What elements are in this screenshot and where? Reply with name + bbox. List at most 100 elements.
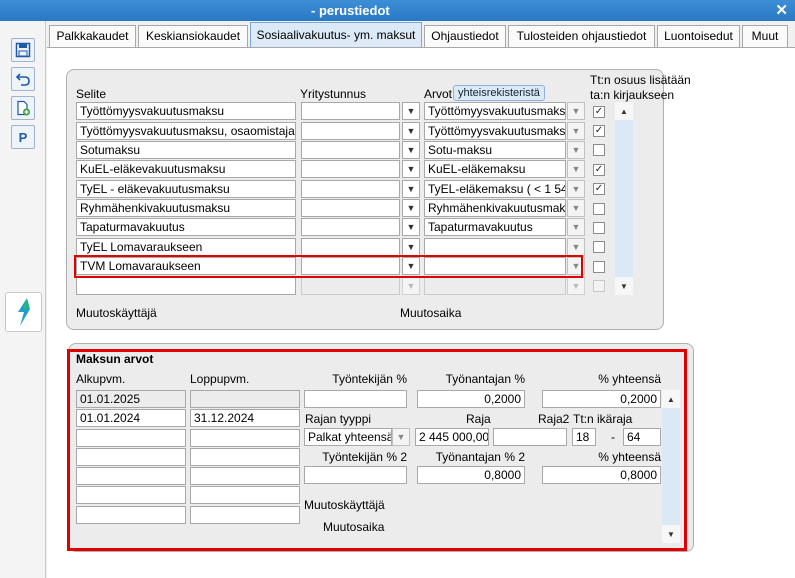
- muutosaika-label: Muutosaika: [400, 306, 462, 320]
- tab-keskiansiokaudet[interactable]: Keskiansiokaudet: [138, 25, 248, 47]
- yritystunnus-field[interactable]: [301, 199, 400, 217]
- chevron-down-icon: ▼: [571, 281, 581, 291]
- tab-luontoisedut[interactable]: Luontoisedut: [657, 25, 740, 47]
- chevron-down-icon: ▼: [406, 242, 416, 252]
- ttn-osuus-checkbox[interactable]: [593, 241, 605, 253]
- scroll-down-button[interactable]: ▼: [615, 277, 633, 295]
- yritystunnus-field[interactable]: [301, 238, 400, 256]
- tab-tulosteiden-ohjaustiedot[interactable]: Tulosteiden ohjaustiedot: [508, 25, 655, 47]
- arvot-dropdown[interactable]: ▼: [567, 218, 585, 236]
- selite-field[interactable]: TyEL Lomavaraukseen: [76, 238, 296, 256]
- new-document-button[interactable]: [11, 96, 35, 120]
- header-yritystunnus: Yritystunnus: [300, 87, 367, 101]
- tab-palkkakaudet[interactable]: Palkkakaudet: [49, 25, 136, 47]
- chevron-down-icon: ▼: [571, 145, 581, 155]
- selite-field[interactable]: Työttömyysvakuutusmaksu, osaomistajat: [76, 122, 296, 140]
- yritystunnus-field[interactable]: [301, 122, 400, 140]
- selite-field[interactable]: Sotumaksu: [76, 141, 296, 159]
- header-ttn-osuus: Tt:n osuus lisätään: [590, 73, 691, 87]
- selite-field[interactable]: TyEL - eläkevakuutusmaksu: [76, 180, 296, 198]
- yritystunnus-dropdown[interactable]: ▼: [402, 238, 420, 256]
- arvot-field[interactable]: [424, 238, 566, 256]
- tab-ohjaustiedot[interactable]: Ohjaustiedot: [424, 25, 506, 47]
- close-icon[interactable]: ✕: [775, 1, 788, 19]
- arvot-dropdown[interactable]: ▼: [567, 277, 585, 295]
- arvot-field[interactable]: TyEL-eläkemaksu ( < 1 542: [424, 180, 566, 198]
- p-button[interactable]: P: [11, 125, 35, 149]
- yritystunnus-dropdown[interactable]: ▼: [402, 122, 420, 140]
- save-button[interactable]: [11, 38, 35, 62]
- yritystunnus-field[interactable]: [301, 218, 400, 236]
- arvot-field[interactable]: [424, 277, 566, 295]
- yritystunnus-dropdown[interactable]: ▼: [402, 102, 420, 120]
- arvot-field[interactable]: Sotu-maksu: [424, 141, 566, 159]
- yhteisrekisterista-button[interactable]: yhteisrekisteristä: [453, 85, 545, 101]
- arvot-dropdown[interactable]: ▼: [567, 238, 585, 256]
- ttn-osuus-checkbox[interactable]: ✓: [593, 183, 605, 195]
- yritystunnus-field[interactable]: [301, 160, 400, 178]
- ttn-osuus-checkbox[interactable]: ✓: [593, 164, 605, 176]
- arvot-dropdown[interactable]: ▼: [567, 180, 585, 198]
- yritystunnus-dropdown[interactable]: ▼: [402, 141, 420, 159]
- chevron-down-icon: ▼: [571, 203, 581, 213]
- chevron-down-icon: ▼: [571, 126, 581, 136]
- chevron-down-icon: ▼: [406, 203, 416, 213]
- yritystunnus-dropdown[interactable]: ▼: [402, 277, 420, 295]
- tab-sosiaalivakuutus[interactable]: Sosiaalivakuutus- ym. maksut: [250, 22, 422, 48]
- yritystunnus-field[interactable]: [301, 141, 400, 159]
- tab-muut[interactable]: Muut: [742, 25, 788, 47]
- chevron-down-icon: ▼: [571, 164, 581, 174]
- chevron-down-icon: ▼: [571, 184, 581, 194]
- selite-field[interactable]: Työttömyysvakuutusmaksu: [76, 102, 296, 120]
- header-ta-kirjaukseen: ta:n kirjaukseen: [590, 88, 675, 102]
- ttn-osuus-checkbox[interactable]: [593, 222, 605, 234]
- chevron-down-icon: ▼: [571, 222, 581, 232]
- app-logo-button[interactable]: [5, 292, 42, 332]
- arvot-field[interactable]: Tapaturmavakuutus: [424, 218, 566, 236]
- muutoskayttaja-label: Muutoskäyttäjä: [76, 306, 157, 320]
- ttn-osuus-checkbox[interactable]: [593, 203, 605, 215]
- arrow-up-icon: ▲: [620, 106, 628, 116]
- undo-button[interactable]: [11, 67, 35, 91]
- chevron-down-icon: ▼: [406, 281, 416, 291]
- yritystunnus-field[interactable]: [301, 102, 400, 120]
- tab-bar: Palkkakaudet Keskiansiokaudet Sosiaaliva…: [47, 21, 795, 48]
- arvot-field[interactable]: KuEL-eläkemaksu: [424, 160, 566, 178]
- new-document-icon: [17, 100, 30, 116]
- chevron-down-icon: ▼: [406, 145, 416, 155]
- ttn-osuus-checkbox[interactable]: ✓: [593, 106, 605, 118]
- maksun-arvot-highlight: [67, 349, 687, 551]
- arvot-dropdown[interactable]: ▼: [567, 122, 585, 140]
- arvot-dropdown[interactable]: ▼: [567, 160, 585, 178]
- yritystunnus-dropdown[interactable]: ▼: [402, 180, 420, 198]
- chevron-down-icon: ▼: [406, 222, 416, 232]
- tab-content: Selite Yritystunnus Arvot yhteisrekister…: [47, 47, 795, 578]
- selected-row-highlight: [74, 255, 583, 278]
- chevron-down-icon: ▼: [571, 242, 581, 252]
- selite-field[interactable]: [76, 277, 296, 295]
- yritystunnus-field[interactable]: [301, 180, 400, 198]
- yritystunnus-dropdown[interactable]: ▼: [402, 199, 420, 217]
- selite-field[interactable]: Ryhmähenkivakuutusmaksu: [76, 199, 296, 217]
- scroll-up-button[interactable]: ▲: [615, 102, 633, 120]
- yritystunnus-field[interactable]: [301, 277, 400, 295]
- arvot-dropdown[interactable]: ▼: [567, 141, 585, 159]
- yritystunnus-dropdown[interactable]: ▼: [402, 160, 420, 178]
- chevron-down-icon: ▼: [406, 184, 416, 194]
- window-title: - perustiedot: [311, 3, 390, 18]
- arvot-field[interactable]: Työttömyysvakuutusmaksu: [424, 122, 566, 140]
- list-scrollbar[interactable]: [615, 102, 633, 295]
- ttn-osuus-checkbox[interactable]: [593, 261, 605, 273]
- arvot-dropdown[interactable]: ▼: [567, 102, 585, 120]
- yritystunnus-dropdown[interactable]: ▼: [402, 218, 420, 236]
- ttn-osuus-checkbox[interactable]: [593, 144, 605, 156]
- arvot-field[interactable]: Ryhmähenkivakuutusmaks: [424, 199, 566, 217]
- selite-field[interactable]: Tapaturmavakuutus: [76, 218, 296, 236]
- header-arvot: Arvot: [424, 87, 453, 101]
- chevron-down-icon: ▼: [406, 106, 416, 116]
- arvot-field[interactable]: Työttömyysvakuutusmaksu: [424, 102, 566, 120]
- ttn-osuus-checkbox[interactable]: ✓: [593, 125, 605, 137]
- selite-field[interactable]: KuEL-eläkevakuutusmaksu: [76, 160, 296, 178]
- arvot-dropdown[interactable]: ▼: [567, 199, 585, 217]
- ttn-osuus-checkbox[interactable]: [593, 280, 605, 292]
